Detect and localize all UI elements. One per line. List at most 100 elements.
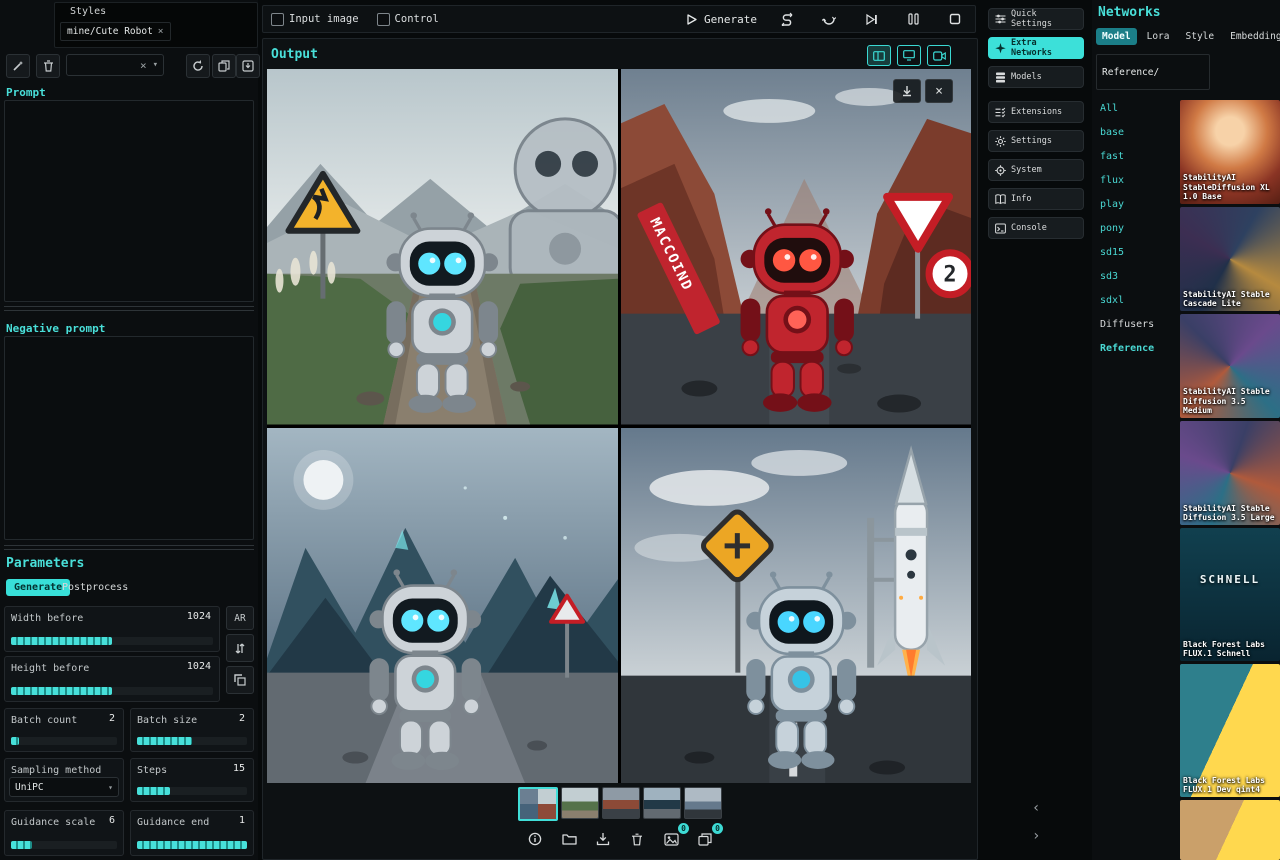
tab-postprocess[interactable]: Postprocess [62,582,128,593]
tab-lora[interactable]: Lora [1141,28,1176,45]
nav-label: Models [1011,72,1042,82]
thumbnail-5[interactable] [684,787,722,819]
nav-info[interactable]: Info [988,188,1084,210]
nav-extensions[interactable]: Extensions [988,101,1084,123]
filter-sd3[interactable]: sd3 [1100,270,1176,284]
model-card-sdxl-base[interactable]: StabilityAI StableDiffusion XL 1.0 Base [1180,100,1280,204]
model-card-flux-dev[interactable]: Black Forest Labs FLUX.1 Dev qint4 [1180,664,1280,797]
input-image-toggle[interactable]: Input image [271,13,359,26]
swap-dimensions-button[interactable] [226,634,254,662]
output-image-3[interactable] [267,428,618,784]
pause-button[interactable] [901,8,925,30]
collapse-left-icon[interactable]: ‹ [1032,800,1040,816]
style-chip-remove-icon[interactable]: × [158,26,164,37]
thumbnail-3[interactable] [602,787,640,819]
filter-play[interactable]: play [1100,198,1176,212]
save-style-button[interactable] [236,54,260,78]
styles-select[interactable]: × ▾ [66,54,164,76]
tab-style[interactable]: Style [1180,28,1221,45]
folder-icon [562,833,577,845]
steps-slider[interactable] [137,787,247,795]
filter-flux[interactable]: flux [1100,174,1176,188]
nav-quick-settings[interactable]: Quick Settings [988,8,1084,30]
control-toggle[interactable]: Control [377,13,439,26]
panel-resize-grip[interactable] [4,545,254,550]
copy-style-button[interactable] [212,54,236,78]
control-checkbox[interactable] [377,13,390,26]
download-image-button[interactable] [893,79,921,103]
height-label: Height before [11,663,89,674]
image-info-button[interactable] [524,829,546,849]
reprocess-button[interactable] [817,8,841,30]
style-chip[interactable]: mine/Cute Robot × [60,22,171,41]
aspect-ratio-button[interactable] [226,666,254,694]
guidance-end-slider[interactable] [137,841,247,849]
nav-system[interactable]: System [988,159,1084,181]
input-image-checkbox[interactable] [271,13,284,26]
view-toggles [867,45,951,66]
thumbnail-strip [263,787,977,821]
filter-pony[interactable]: pony [1100,222,1176,236]
model-card-sd35-large[interactable]: StabilityAI Stable Diffusion 3.5 Large [1180,421,1280,525]
filter-diffusers[interactable]: Diffusers [1100,318,1176,332]
output-image-1[interactable] [267,69,618,425]
ar-button[interactable]: AR [226,606,254,630]
video-view-button[interactable] [927,45,951,66]
filter-sd15[interactable]: sd15 [1100,246,1176,260]
save-icon [242,60,254,72]
height-slider[interactable] [11,687,213,695]
save-image-button[interactable] [592,829,614,849]
filter-sdxl[interactable]: sdxl [1100,294,1176,308]
batch-count-slider[interactable] [11,737,117,745]
prompt-textarea[interactable] [4,100,254,302]
send-to-control-button[interactable]: 0 [694,829,716,849]
open-folder-button[interactable] [558,829,580,849]
skip-button[interactable] [859,8,883,30]
collapse-right-icon[interactable]: › [1032,828,1040,844]
output-gallery[interactable]: MACCOIND 2 [267,69,971,783]
clear-select-icon[interactable]: × [140,59,147,72]
fullscreen-view-button[interactable] [897,45,921,66]
thumbnail-4[interactable] [643,787,681,819]
prompt-resize-grip[interactable] [4,306,254,311]
sampling-select[interactable]: UniPC ▾ [9,777,119,797]
send-to-networks-button[interactable]: 0 [660,829,682,849]
delete-image-button[interactable] [626,829,648,849]
filter-reference[interactable]: Reference [1100,342,1176,356]
gallery-view-button[interactable] [867,45,891,66]
negative-prompt-textarea[interactable] [4,336,254,540]
tab-generate[interactable]: Generate [6,579,70,596]
nav-console[interactable]: Console [988,217,1084,239]
nav-settings[interactable]: Settings [988,130,1084,152]
guidance-scale-slider[interactable] [11,841,117,849]
output-image-2[interactable]: MACCOIND 2 [621,69,972,425]
output-image-4[interactable] [621,428,972,784]
apply-style-button[interactable] [6,54,30,78]
model-card-stable-cascade[interactable]: StabilityAI Stable Cascade Lite [1180,207,1280,311]
filter-fast[interactable]: fast [1100,150,1176,164]
nav-extra-networks[interactable]: Extra Networks [988,37,1084,59]
model-card-flux-schnell[interactable]: SCHNELL Black Forest Labs FLUX.1 Schnell [1180,528,1280,661]
loop-generate-button[interactable] [775,8,799,30]
width-slider[interactable] [11,637,213,645]
tab-embedding[interactable]: Embedding [1224,28,1280,45]
system-gear-icon [995,165,1006,176]
chevron-down-icon[interactable]: ▾ [153,60,158,70]
refresh-styles-button[interactable] [186,54,210,78]
style-chip-label: mine/Cute Robot [67,26,153,37]
generate-button[interactable]: Generate [685,13,757,26]
model-card-sd35-medium[interactable]: StabilityAI Stable Diffusion 3.5 Medium [1180,314,1280,418]
networks-search-input[interactable] [1096,54,1210,90]
thumbnail-2[interactable] [561,787,599,819]
wand-icon [12,60,24,72]
nav-models[interactable]: Models [988,66,1084,88]
delete-style-button[interactable] [36,54,60,78]
model-card-partial[interactable] [1180,800,1280,860]
thumbnail-1[interactable] [518,787,558,821]
filter-base[interactable]: base [1100,126,1176,140]
filter-all[interactable]: All [1100,102,1176,116]
close-image-button[interactable]: × [925,79,953,103]
stop-button[interactable] [943,8,967,30]
batch-size-slider[interactable] [137,737,247,745]
tab-model[interactable]: Model [1096,28,1137,45]
